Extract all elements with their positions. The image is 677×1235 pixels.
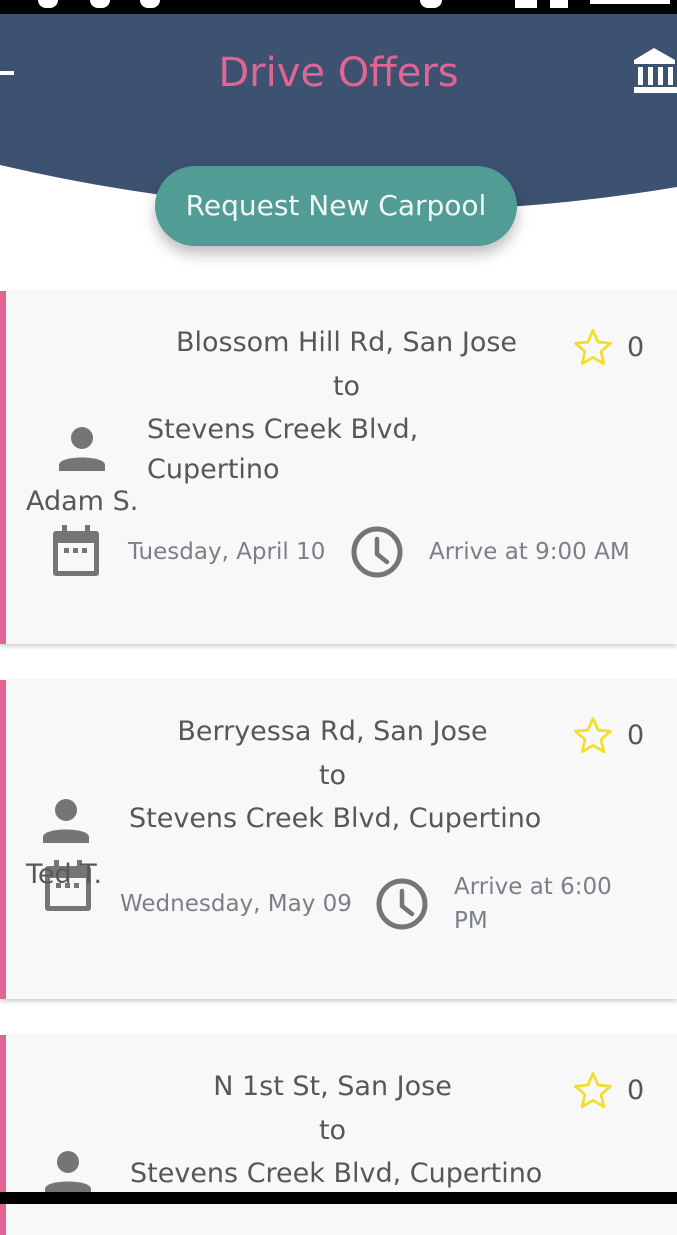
request-new-carpool-button[interactable]: Request New Carpool	[155, 166, 517, 246]
driver-name: Adam S.	[26, 486, 139, 517]
status-icon	[420, 0, 442, 8]
route-connector-text: to	[318, 1115, 347, 1146]
arrival-time: Arrive at 9:00 AM	[429, 539, 630, 565]
status-icon	[515, 0, 537, 8]
drive-offer-card[interactable]: Berryessa Rd, San Jose 0 to Stevens Cree…	[0, 680, 677, 999]
status-icon	[90, 0, 110, 8]
arrival-time: PM	[454, 908, 488, 934]
institution-icon[interactable]	[632, 46, 677, 96]
page-title: Drive Offers	[218, 50, 459, 96]
destination-text: Stevens Creek Blvd,	[147, 414, 419, 445]
drive-offer-card[interactable]: Blossom Hill Rd, San Jose 0 to Stevens C…	[0, 291, 677, 644]
clock-icon	[376, 878, 428, 930]
status-bar	[0, 0, 677, 14]
route-connector-text: to	[318, 760, 347, 791]
destination-text: Stevens Creek Blvd, Cupertino	[130, 1158, 543, 1189]
person-icon	[59, 427, 105, 471]
calendar-icon	[53, 525, 99, 576]
rating-count: 0	[627, 1075, 645, 1106]
arrival-time: Arrive at 6:00	[454, 874, 612, 900]
rating-count: 0	[627, 332, 645, 363]
star-icon[interactable]	[572, 327, 614, 369]
route-connector-text: to	[332, 371, 361, 402]
destination-text: Cupertino	[147, 454, 280, 485]
battery-icon	[550, 0, 568, 8]
person-icon	[43, 799, 89, 843]
star-icon[interactable]	[572, 1070, 614, 1112]
departure-date: Tuesday, April 10	[128, 539, 326, 565]
navigation-bar	[0, 1192, 677, 1204]
status-icon	[38, 0, 58, 8]
drive-offer-card[interactable]: N 1st St, San Jose 0 to Stevens Creek Bl…	[0, 1035, 677, 1235]
origin-text: N 1st St, San Jose	[213, 1071, 452, 1102]
clock-icon	[351, 526, 403, 578]
status-icon	[140, 0, 160, 8]
departure-date: Wednesday, May 09	[120, 891, 352, 917]
destination-text: Stevens Creek Blvd, Cupertino	[129, 803, 542, 834]
driver-name: Ted T.	[26, 859, 103, 890]
origin-text: Berryessa Rd, San Jose	[177, 716, 488, 747]
clock-text	[590, 0, 670, 4]
rating-count: 0	[627, 720, 645, 751]
star-icon[interactable]	[572, 715, 614, 757]
person-icon	[45, 1151, 91, 1195]
